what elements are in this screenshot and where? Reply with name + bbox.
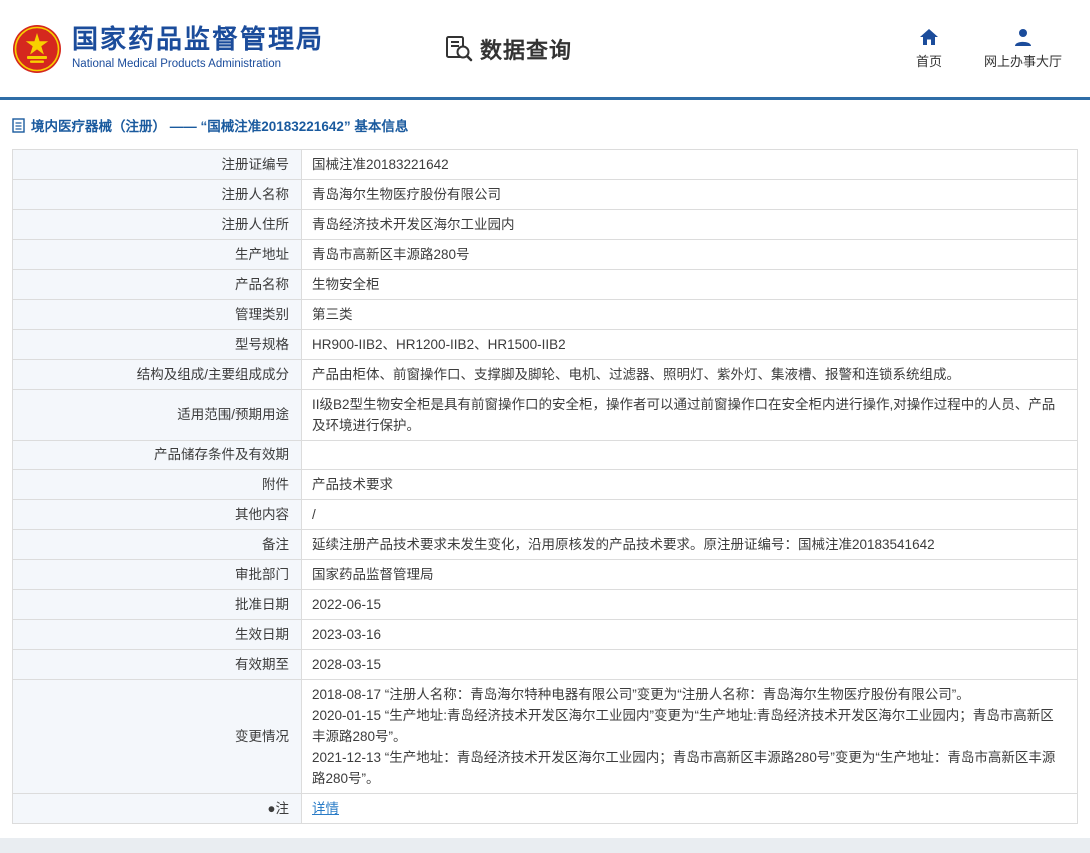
row-value: 2023-03-16: [301, 619, 1078, 650]
row-label: 适用范围/预期用途: [12, 389, 302, 441]
table-row: 备注 延续注册产品技术要求未发生变化，沿用原核发的产品技术要求。原注册证编号：国…: [12, 529, 1078, 560]
document-icon: [12, 117, 25, 133]
row-value: II级B2型生物安全柜是具有前窗操作口的安全柜，操作者可以通过前窗操作口在安全柜…: [301, 389, 1078, 441]
table-row: 管理类别 第三类: [12, 299, 1078, 330]
table-row: 生产地址 青岛市高新区丰源路280号: [12, 239, 1078, 270]
row-label: 注册人名称: [12, 179, 302, 210]
nmpa-brand[interactable]: 国家药品监督管理局 National Medical Products Admi…: [12, 24, 324, 74]
row-value: 青岛经济技术开发区海尔工业园内: [301, 209, 1078, 240]
table-row: 适用范围/预期用途 II级B2型生物安全柜是具有前窗操作口的安全柜，操作者可以通…: [12, 389, 1078, 441]
row-value: HR900-IIB2、HR1200-IIB2、HR1500-IIB2: [301, 329, 1078, 360]
info-table-body: 注册证编号 国械注准20183221642 注册人名称 青岛海尔生物医疗股份有限…: [12, 149, 1078, 824]
row-label: 批准日期: [12, 589, 302, 620]
row-value: 详情: [301, 793, 1078, 824]
info-table: 注册证编号 国械注准20183221642 注册人名称 青岛海尔生物医疗股份有限…: [12, 149, 1078, 824]
table-row: 有效期至 2028-03-15: [12, 649, 1078, 680]
nav-item-home[interactable]: 首页: [916, 27, 942, 70]
row-label: 产品储存条件及有效期: [12, 440, 302, 470]
header-nav: 首页 网上办事大厅: [916, 27, 1062, 70]
row-label: 型号规格: [12, 329, 302, 360]
row-label: 附件: [12, 469, 302, 500]
brand-text: 国家药品监督管理局 National Medical Products Admi…: [72, 25, 324, 71]
table-row: 其他内容 /: [12, 499, 1078, 530]
row-label: 生产地址: [12, 239, 302, 270]
row-value: 延续注册产品技术要求未发生变化，沿用原核发的产品技术要求。原注册证编号：国械注准…: [301, 529, 1078, 560]
table-row: 注册人名称 青岛海尔生物医疗股份有限公司: [12, 179, 1078, 210]
row-value: 2022-06-15: [301, 589, 1078, 620]
row-value: /: [301, 499, 1078, 530]
home-icon: [919, 29, 938, 45]
row-value: [301, 440, 1078, 470]
table-row: 注册人住所 青岛经济技术开发区海尔工业园内: [12, 209, 1078, 240]
data-query-title: 数据查询: [444, 33, 572, 65]
row-label: 注册证编号: [12, 149, 302, 180]
row-value: 产品技术要求: [301, 469, 1078, 500]
row-label: 其他内容: [12, 499, 302, 530]
page-header: 国家药品监督管理局 National Medical Products Admi…: [0, 0, 1090, 100]
table-row: 注册证编号 国械注准20183221642: [12, 149, 1078, 180]
row-label: 管理类别: [12, 299, 302, 330]
row-label: 注册人住所: [12, 209, 302, 240]
row-value: 生物安全柜: [301, 269, 1078, 300]
row-label: 备注: [12, 529, 302, 560]
table-row: 结构及组成/主要组成成分 产品由柜体、前窗操作口、支撑脚及脚轮、电机、过滤器、照…: [12, 359, 1078, 390]
row-label: 有效期至: [12, 649, 302, 680]
row-label: 生效日期: [12, 619, 302, 650]
table-row: 审批部门 国家药品监督管理局: [12, 559, 1078, 590]
row-value: 国家药品监督管理局: [301, 559, 1078, 590]
row-value: 国械注准20183221642: [301, 149, 1078, 180]
data-query-icon: [446, 35, 473, 61]
row-value: 2028-03-15: [301, 649, 1078, 680]
row-value: 2018-08-17 “注册人名称：青岛海尔特种电器有限公司”变更为“注册人名称…: [301, 679, 1078, 794]
row-label: 审批部门: [12, 559, 302, 590]
table-row: 附件 产品技术要求: [12, 469, 1078, 500]
table-row: ●注 详情: [12, 793, 1078, 824]
table-row: 型号规格 HR900-IIB2、HR1200-IIB2、HR1500-IIB2: [12, 329, 1078, 360]
table-row: 批准日期 2022-06-15: [12, 589, 1078, 620]
breadcrumb: 境内医疗器械（注册） —— “国械注准20183221642” 基本信息: [0, 100, 1090, 147]
org-name-cn: 国家药品监督管理局: [72, 24, 325, 55]
national-emblem-icon: [13, 24, 61, 73]
detail-link[interactable]: 详情: [312, 801, 339, 816]
row-label: ●注: [12, 793, 302, 824]
org-name-en: National Medical Products Administration: [72, 58, 282, 71]
row-value: 第三类: [301, 299, 1078, 330]
breadcrumb-text: 境内医疗器械（注册） —— “国械注准20183221642” 基本信息: [31, 119, 409, 134]
table-row: 产品名称 生物安全柜: [12, 269, 1078, 300]
row-label: 变更情况: [12, 679, 302, 794]
row-value: 产品由柜体、前窗操作口、支撑脚及脚轮、电机、过滤器、照明灯、紫外灯、集液槽、报警…: [301, 359, 1078, 390]
row-label: 结构及组成/主要组成成分: [12, 359, 302, 390]
row-value: 青岛海尔生物医疗股份有限公司: [301, 179, 1078, 210]
user-icon: [1014, 29, 1031, 46]
row-label: 产品名称: [12, 269, 302, 300]
table-row: 产品储存条件及有效期: [12, 440, 1078, 470]
table-row: 生效日期 2023-03-16: [12, 619, 1078, 650]
nav-item-label: 网上办事大厅: [983, 54, 1062, 69]
row-value: 青岛市高新区丰源路280号: [301, 239, 1078, 270]
table-row: 变更情况 2018-08-17 “注册人名称：青岛海尔特种电器有限公司”变更为“…: [12, 679, 1078, 794]
nav-item-label: 首页: [915, 54, 942, 69]
nav-item-service-hall[interactable]: 网上办事大厅: [984, 27, 1062, 70]
footer-strip: [0, 838, 1090, 853]
section-title-text: 数据查询: [480, 37, 573, 63]
